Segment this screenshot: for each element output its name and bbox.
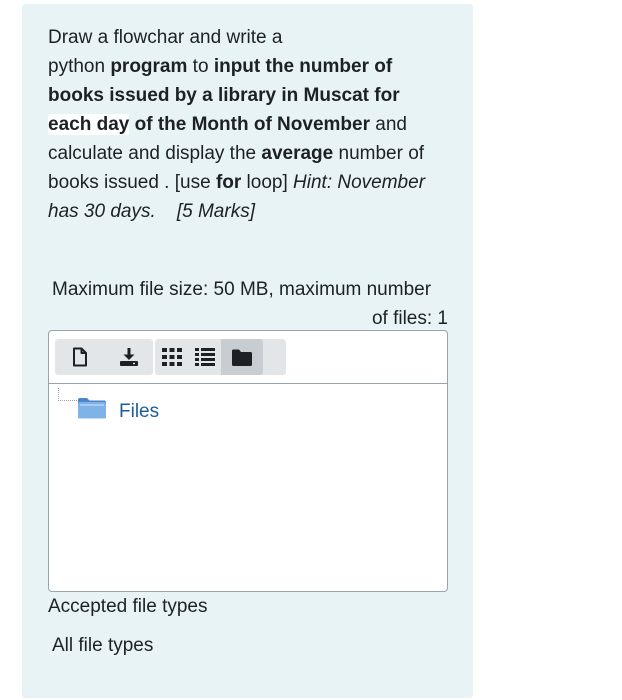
icons-view-button[interactable]: [155, 339, 188, 375]
file-limits-line-2: of files: 1: [371, 308, 448, 329]
download-icon: [119, 348, 138, 366]
question-line-1: Draw a flowchar and write a: [48, 27, 283, 48]
view-mode-group: [155, 339, 286, 375]
accepted-file-types-value: All file types: [52, 635, 154, 656]
list-view-button[interactable]: [188, 339, 221, 375]
question-text: Draw a flowchar and write a python progr…: [48, 23, 458, 226]
download-all-button[interactable]: [104, 339, 153, 375]
file-actions-group: [55, 339, 153, 375]
folder-icon: [232, 349, 252, 366]
list-icon: [194, 348, 215, 366]
file-manager-toolbar: [49, 331, 447, 384]
question-line-5: calculate and display the average number…: [48, 143, 425, 164]
file-limits-text: Maximum file size: 50 MB, maximum number…: [52, 275, 448, 333]
folder-icon[interactable]: [77, 396, 107, 420]
file-icon: [72, 347, 87, 367]
grid-icon: [161, 348, 182, 366]
file-manager[interactable]: Files: [48, 330, 448, 592]
question-line-2: python program to input the number of: [48, 56, 393, 77]
accepted-file-types-label: Accepted file types: [48, 596, 208, 617]
tree-view-button[interactable]: [221, 339, 263, 375]
folder-files-link[interactable]: Files: [119, 400, 159, 424]
question-line-3: books issued by a library in Muscat for: [48, 85, 400, 106]
file-tree: Files: [49, 384, 447, 590]
question-line-6: books issued . [use for loop] Hint: Nove…: [48, 172, 426, 193]
question-panel: Draw a flowchar and write a python progr…: [22, 4, 473, 698]
add-file-button[interactable]: [55, 339, 104, 375]
tree-connector: [58, 388, 77, 401]
question-line-7: has 30 days. [5 Marks]: [48, 201, 255, 222]
question-line-4: each day of the Month of November and: [48, 114, 407, 135]
file-limits-line-1: Maximum file size: 50 MB, maximum number: [52, 279, 432, 300]
